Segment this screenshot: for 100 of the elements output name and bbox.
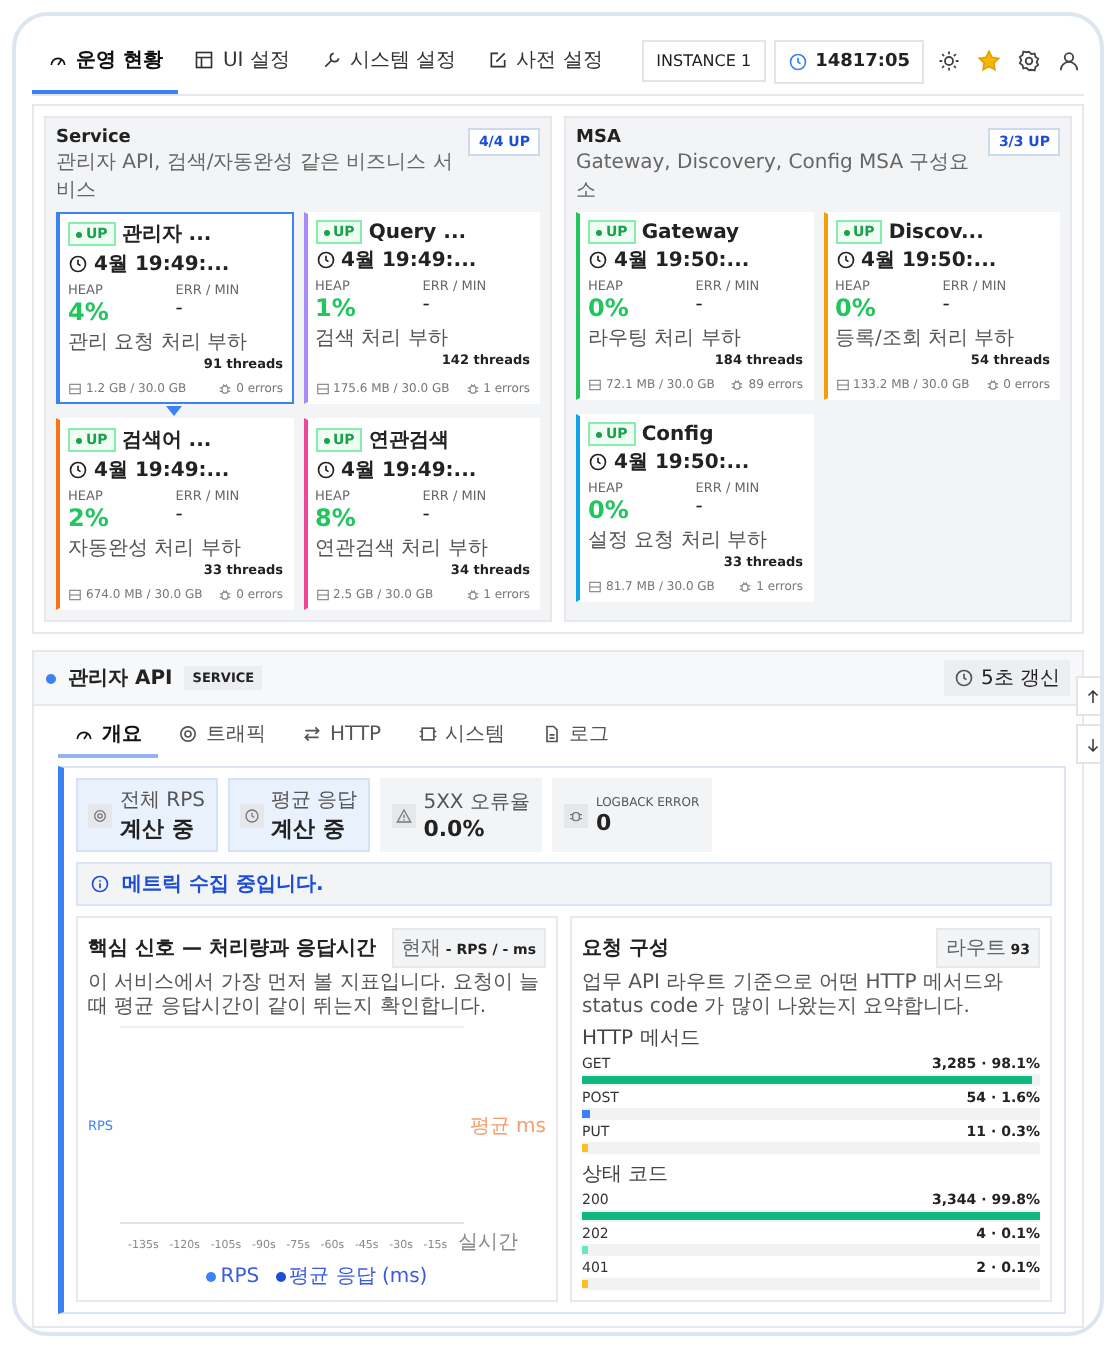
last-updated-time: 4월 19:49:... — [341, 248, 477, 274]
heap-value: 4% — [68, 298, 109, 326]
star-icon[interactable] — [972, 45, 1004, 77]
last-updated-time: 4월 19:50:... — [861, 248, 997, 274]
stat-value: 계산 중 — [120, 814, 196, 844]
nav-tab[interactable]: 시스템 설정 — [305, 28, 473, 94]
legend-label[interactable]: 평균 응답 (ms) — [289, 1262, 428, 1290]
clock-icon — [787, 51, 808, 71]
load-label: 라우팅 처리 부하 — [588, 326, 741, 352]
detail-tab[interactable]: 시스템 — [401, 714, 522, 758]
bug-icon — [218, 382, 233, 396]
group-title: Service — [56, 128, 133, 148]
stat-label: 5XX 오류율 — [423, 790, 530, 816]
group-description: Gateway, Discovery, Config MSA 구성요소 — [576, 150, 972, 204]
instance-label: INSTANCE 1 — [642, 40, 766, 82]
heap-value: 8% — [315, 504, 356, 532]
axis-tick-label: 실시간 — [457, 1230, 518, 1256]
service-name: 검색어 ... — [121, 428, 212, 454]
service-name: Config — [641, 423, 714, 445]
error-rate-value: - — [942, 294, 950, 316]
error-rate-value: - — [422, 294, 430, 316]
clock-icon — [68, 254, 88, 274]
memory-icon — [68, 382, 82, 396]
status-dot-icon — [46, 673, 56, 683]
clock-icon — [315, 250, 335, 270]
layout-icon — [194, 49, 215, 69]
card-description: 이 서비스에서 가장 먼저 볼 지표입니다. 요청이 늘 때 평균 응답시간이 같이 뛰는지 확인합니다. — [88, 972, 541, 1018]
heap-value: 1% — [315, 294, 356, 322]
service-title: 관리자 API — [68, 666, 173, 692]
load-label: 관리 요청 처리 부하 — [68, 330, 248, 356]
info-message: 메트릭 수집 중입니다. — [122, 872, 324, 898]
stat-value: 0 — [595, 809, 614, 835]
error-rate-value: - — [695, 496, 703, 518]
card-title: 핵심 신호 — 처리량과 응답시간 — [88, 936, 376, 962]
stat-label: 전체 RPS — [120, 788, 206, 814]
last-updated-time: 4월 19:49:... — [94, 458, 230, 484]
service-name: 관리자 ... — [121, 222, 212, 248]
bug-icon — [465, 588, 480, 602]
heap-value: 2% — [68, 504, 109, 532]
clock-icon — [315, 460, 335, 480]
last-updated-time: 4월 19:49:... — [341, 458, 477, 484]
detail-tab[interactable]: HTTP — [286, 714, 398, 758]
nav-tab[interactable]: 운영 현황 — [32, 28, 179, 94]
section-title: 상태 코드 — [582, 1162, 671, 1188]
bug-icon — [567, 807, 584, 823]
load-label: 등록/조회 처리 부하 — [835, 326, 1015, 352]
clock-icon — [243, 807, 260, 823]
memory-icon — [588, 580, 602, 594]
axis-label: 평균 ms — [469, 1113, 546, 1139]
info-icon — [90, 874, 110, 894]
memory-icon — [315, 382, 329, 396]
edit-icon — [488, 49, 509, 69]
bug-icon — [738, 580, 753, 594]
clock-icon — [835, 250, 855, 270]
detail-tab[interactable]: 개요 — [58, 714, 158, 758]
error-rate-value: - — [175, 298, 183, 320]
heap-value: 0% — [588, 294, 629, 322]
legend-label[interactable]: RPS — [220, 1265, 260, 1287]
detail-tab[interactable]: 트래픽 — [162, 714, 282, 758]
error-rate-value: - — [422, 504, 430, 526]
service-name: Query ... — [368, 221, 467, 243]
detail-tab[interactable]: 로그 — [525, 714, 626, 758]
refresh-interval-button[interactable]: 5초 갱신 — [944, 660, 1070, 696]
group-title: MSA — [576, 128, 623, 148]
chip-icon — [417, 724, 438, 744]
wrench-icon — [321, 49, 342, 69]
stat-value: 계산 중 — [271, 814, 347, 844]
bug-icon — [218, 588, 233, 602]
target-icon — [178, 724, 198, 744]
service-name: 연관검색 — [368, 428, 449, 454]
stat-value: 0.0% — [423, 816, 487, 842]
last-updated-time: 4월 19:49:... — [94, 252, 230, 278]
clock-icon — [954, 668, 975, 688]
error-rate-value: - — [175, 504, 183, 526]
swap-icon — [302, 724, 322, 744]
service-name: Discov... — [888, 221, 984, 243]
heap-value: 0% — [835, 294, 876, 322]
nav-tab[interactable]: UI 설정 — [178, 28, 306, 94]
document-icon — [541, 724, 562, 744]
section-title: HTTP 메서드 — [582, 1026, 702, 1052]
load-label: 자동완성 처리 부하 — [68, 536, 241, 562]
memory-icon — [315, 588, 329, 602]
warning-icon — [395, 807, 412, 823]
last-updated-time: 4월 19:50:... — [614, 450, 750, 476]
load-label: 설정 요청 처리 부하 — [588, 528, 768, 554]
group-description: 관리자 API, 검색/자동완성 같은 비즈니스 서비스 — [56, 150, 455, 204]
bug-icon — [465, 382, 480, 396]
heap-value: 0% — [588, 496, 629, 524]
clock-icon — [588, 250, 608, 270]
stat-label: 평균 응답 — [271, 788, 358, 814]
bug-icon — [730, 378, 745, 392]
service-name: Gateway — [641, 221, 740, 243]
clock-icon — [588, 452, 608, 472]
clock-time: 14817:05 — [815, 51, 910, 71]
load-label: 검색 처리 부하 — [315, 326, 448, 352]
card-description: 업무 API 라우트 기준으로 어떤 HTTP 메서드와 status code 가 많이 나왔는지 요약합니다. — [582, 972, 1005, 1018]
clock-icon — [68, 460, 88, 480]
bug-icon — [985, 378, 1000, 392]
nav-tab[interactable]: 사전 설정 — [472, 28, 619, 94]
memory-icon — [835, 378, 849, 392]
